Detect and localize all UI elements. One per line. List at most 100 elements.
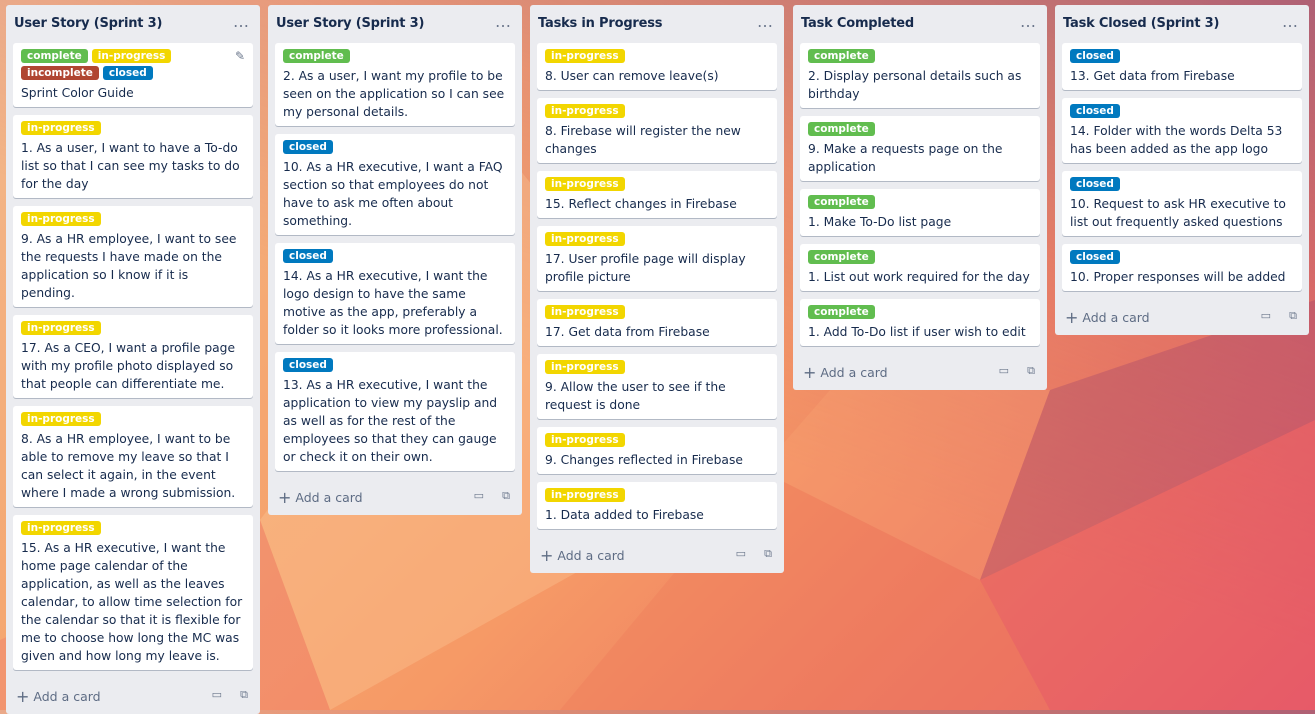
add-card-button[interactable]: + Add a card — [278, 488, 363, 507]
list-header: Task Closed (Sprint 3) … — [1055, 5, 1309, 43]
card-title: 13. As a HR executive, I want the applic… — [283, 378, 498, 464]
video-icon[interactable]: ▭ — [1261, 309, 1271, 322]
card-labels: in-progress — [545, 433, 769, 447]
card-title: 14. As a HR executive, I want the logo d… — [283, 269, 503, 337]
card-title: 9. As a HR employee, I want to see the r… — [21, 232, 237, 300]
add-card-button[interactable]: + Add a card — [803, 363, 888, 382]
card[interactable]: in-progress 8. User can remove leave(s) — [537, 43, 777, 90]
card-list: complete 2. Display personal details such… — [793, 43, 1047, 346]
label-closed: closed — [1070, 177, 1120, 191]
card[interactable]: in-progress 17. User profile page will di… — [537, 226, 777, 291]
card-labels: complete — [283, 49, 507, 63]
card[interactable]: closed 10. Request to ask HR executive to… — [1062, 171, 1302, 236]
card[interactable]: complete 1. Make To-Do list page — [800, 189, 1040, 236]
card-list: complete 2. As a user, I want my profile … — [268, 43, 522, 471]
card[interactable]: complete 2. As a user, I want my profile … — [275, 43, 515, 126]
card[interactable]: in-progress 9. Changes reflected in Fireb… — [537, 427, 777, 474]
label-complete: complete — [808, 250, 875, 264]
list-title[interactable]: User Story (Sprint 3) — [14, 16, 162, 31]
card[interactable]: closed 10. As a HR executive, I want a FA… — [275, 134, 515, 235]
card[interactable]: in-progress 15. As a HR executive, I want… — [13, 515, 253, 670]
card-labels: closed — [283, 140, 507, 154]
card-labels: complete — [808, 305, 1032, 319]
list-header: Tasks in Progress … — [530, 5, 784, 43]
label-closed: closed — [283, 249, 333, 263]
card-list: in-progress 8. User can remove leave(s) in… — [530, 43, 784, 529]
card[interactable]: complete 2. Display personal details such… — [800, 43, 1040, 108]
card-title: 1. List out work required for the day — [808, 270, 1030, 284]
card-template-icon[interactable]: ⧉ — [1289, 309, 1297, 323]
card-template-icon[interactable]: ⧉ — [240, 688, 248, 702]
card-labels: in-progress — [545, 177, 769, 191]
add-card-button[interactable]: + Add a card — [540, 546, 625, 565]
card-title: 13. Get data from Firebase — [1070, 69, 1235, 83]
label-closed: closed — [102, 66, 153, 80]
card[interactable]: in-progress 1. As a user, I want to have … — [13, 115, 253, 198]
card[interactable]: complete in-progress incomplete closed Sprin… — [13, 43, 253, 107]
card[interactable]: complete 1. Add To-Do list if user wish t… — [800, 299, 1040, 346]
list-title[interactable]: Task Closed (Sprint 3) — [1063, 16, 1219, 31]
card-labels: complete in-progress incomplete closed — [21, 49, 245, 80]
card[interactable]: in-progress 1. Data added to Firebase — [537, 482, 777, 529]
card-labels: in-progress — [21, 121, 245, 135]
label-in-progress: in-progress — [545, 177, 625, 191]
add-card-button[interactable]: + Add a card — [1065, 308, 1150, 327]
video-icon[interactable]: ▭ — [736, 547, 746, 560]
card[interactable]: closed 13. Get data from Firebase — [1062, 43, 1302, 90]
card[interactable]: in-progress 9. As a HR employee, I want t… — [13, 206, 253, 307]
list-menu-icon[interactable]: … — [1020, 12, 1037, 31]
card-labels: closed — [1070, 104, 1294, 118]
card-labels: complete — [808, 250, 1032, 264]
card-labels: complete — [808, 195, 1032, 209]
add-card-button[interactable]: + Add a card — [16, 687, 101, 706]
label-in-progress: in-progress — [21, 521, 101, 535]
label-in-progress: in-progress — [545, 232, 625, 246]
video-icon[interactable]: ▭ — [474, 489, 484, 502]
card[interactable]: in-progress 17. As a CEO, I want a profil… — [13, 315, 253, 398]
card[interactable]: in-progress 8. Firebase will register the… — [537, 98, 777, 163]
label-complete: complete — [808, 305, 875, 319]
card-title: 10. Proper responses will be added — [1070, 270, 1286, 284]
card-template-icon[interactable]: ⧉ — [502, 489, 510, 503]
list-menu-icon[interactable]: … — [757, 12, 774, 31]
card-title: 8. User can remove leave(s) — [545, 69, 719, 83]
plus-icon: + — [803, 363, 817, 382]
card-labels: closed — [1070, 250, 1294, 264]
list-menu-icon[interactable]: … — [233, 12, 250, 31]
card-title: 15. As a HR executive, I want the home p… — [21, 541, 243, 663]
card[interactable]: in-progress 15. Reflect changes in Fireba… — [537, 171, 777, 218]
card[interactable]: closed 13. As a HR executive, I want the … — [275, 352, 515, 471]
list-title[interactable]: Tasks in Progress — [538, 16, 663, 31]
card-template-icon[interactable]: ⧉ — [764, 547, 772, 561]
video-icon[interactable]: ▭ — [212, 688, 222, 701]
label-complete: complete — [808, 122, 875, 136]
edit-pencil-icon[interactable]: ✎ — [235, 49, 245, 63]
list-header: User Story (Sprint 3) … — [6, 5, 260, 43]
list-footer: + Add a card ▭ ⧉ — [793, 354, 1047, 390]
card-title: 2. As a user, I want my profile to be se… — [283, 69, 505, 119]
label-closed: closed — [1070, 104, 1120, 118]
card-template-icon[interactable]: ⧉ — [1027, 364, 1035, 378]
video-icon[interactable]: ▭ — [999, 364, 1009, 377]
board: User Story (Sprint 3)… complete in-progres… — [6, 5, 1315, 714]
card[interactable]: complete 1. List out work required for th… — [800, 244, 1040, 291]
list-footer: + Add a card ▭ ⧉ — [1055, 299, 1309, 335]
card[interactable]: in-progress 9. Allow the user to see if t… — [537, 354, 777, 419]
card[interactable]: in-progress 8. As a HR employee, I want t… — [13, 406, 253, 507]
card-title: 17. Get data from Firebase — [545, 325, 710, 339]
list-menu-icon[interactable]: … — [495, 12, 512, 31]
card[interactable]: closed 14. As a HR executive, I want the … — [275, 243, 515, 344]
card[interactable]: closed 10. Proper responses will be added — [1062, 244, 1302, 291]
card[interactable]: in-progress 17. Get data from Firebase — [537, 299, 777, 346]
card-title: 9. Make a requests page on the applicati… — [808, 142, 1003, 174]
list-column: Task Closed (Sprint 3) … closed 13. Get dat… — [1055, 5, 1309, 335]
card-title: 1. Make To-Do list page — [808, 215, 952, 229]
list-title[interactable]: User Story (Sprint 3) — [276, 16, 424, 31]
card-labels: closed — [1070, 49, 1294, 63]
card-title: 9. Changes reflected in Firebase — [545, 453, 743, 467]
card[interactable]: closed 14. Folder with the words Delta 53… — [1062, 98, 1302, 163]
card-labels: in-progress — [545, 488, 769, 502]
card[interactable]: complete 9. Make a requests page on the a… — [800, 116, 1040, 181]
list-menu-icon[interactable]: … — [1282, 12, 1299, 31]
list-title[interactable]: Task Completed — [801, 16, 914, 31]
